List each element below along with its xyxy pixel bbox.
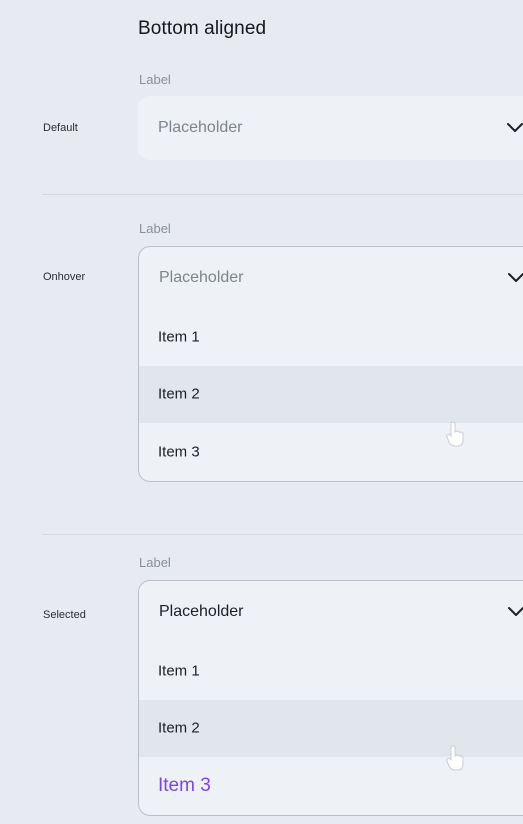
item-label: Item 3 <box>158 774 211 796</box>
page-title: Bottom aligned <box>138 18 267 39</box>
select-placeholder: Placeholder <box>159 268 244 286</box>
item-label: Item 1 <box>158 328 200 346</box>
hand-cursor-icon <box>446 421 464 447</box>
select-placeholder: Placeholder <box>159 602 244 620</box>
dropdown-item-2[interactable]: Item 2 <box>139 365 523 423</box>
divider <box>42 194 523 195</box>
dropdown-item-1[interactable]: Item 1 <box>139 308 523 366</box>
item-label: Item 1 <box>158 662 200 680</box>
select-default[interactable]: Placeholder <box>138 96 523 160</box>
item-label: Item 2 <box>158 719 200 737</box>
field-label: Label <box>139 221 171 236</box>
select-placeholder: Placeholder <box>158 119 243 136</box>
item-label: Item 3 <box>158 443 200 461</box>
select-trigger[interactable]: Placeholder <box>139 581 523 642</box>
state-label-selected: Selected <box>43 609 86 621</box>
dropdown-item-1[interactable]: Item 1 <box>139 642 523 700</box>
dropdown-selected: Placeholder Item 1 Item 2 Item 3 <box>138 580 523 816</box>
state-label-default: Default <box>43 122 78 134</box>
select-trigger[interactable]: Placeholder <box>139 247 523 308</box>
field-label: Label <box>139 72 171 87</box>
chevron-down-icon <box>508 606 523 616</box>
divider <box>42 534 523 535</box>
item-label: Item 2 <box>158 385 200 403</box>
chevron-down-icon <box>507 123 523 132</box>
chevron-down-icon <box>508 272 523 282</box>
state-label-onhover: Onhover <box>43 271 86 283</box>
field-label: Label <box>139 555 171 570</box>
hand-cursor-icon <box>446 745 464 771</box>
